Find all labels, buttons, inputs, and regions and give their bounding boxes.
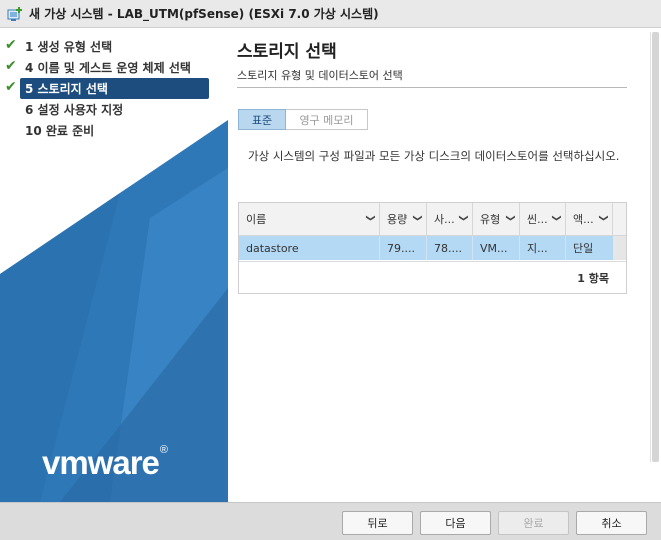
- storage-type-tabs: 표준 영구 메모리: [238, 109, 368, 130]
- wizard-content: 스토리지 선택 스토리지 유형 및 데이터스토어 선택 표준 영구 메모리 가상…: [228, 28, 661, 502]
- chevron-down-icon[interactable]: ❯: [551, 214, 561, 222]
- checkmark-icon: ✔: [5, 58, 17, 74]
- checkmark-icon: ✔: [5, 37, 17, 53]
- cell-access: 단일: [573, 242, 594, 255]
- step-label: 5 스토리지 선택: [25, 82, 108, 96]
- window-title: 새 가상 시스템 - LAB_UTM(pfSense) (ESXi 7.0 가상…: [29, 7, 379, 21]
- cell-type: VM...: [473, 236, 520, 260]
- wizard-footer: 뒤로 다음 완료 취소: [0, 502, 661, 540]
- cell-name: datastore: [239, 236, 380, 260]
- wizard-sidebar: ✔ 1 생성 유형 선택 ✔ 4 이름 및 게스트 운영 체제 선택 ✔ 5 스…: [0, 28, 228, 502]
- page-subtitle: 스토리지 유형 및 데이터스토어 선택: [237, 69, 403, 82]
- title-bar: 새 가상 시스템 - LAB_UTM(pfSense) (ESXi 7.0 가상…: [0, 0, 661, 28]
- table-scrollbar[interactable]: [613, 236, 626, 260]
- next-button[interactable]: 다음: [420, 511, 491, 535]
- step-ready-to-complete[interactable]: 10 완료 준비: [0, 120, 228, 141]
- chevron-down-icon[interactable]: ❯: [458, 214, 468, 222]
- step-name-and-guest-os[interactable]: ✔ 4 이름 및 게스트 운영 체제 선택: [0, 57, 228, 78]
- content-scrollbar[interactable]: [650, 32, 660, 462]
- column-header-thin[interactable]: 씬... ❯: [520, 203, 566, 235]
- column-header-capacity[interactable]: 용량 ❯: [380, 203, 427, 235]
- step-label: 10 완료 준비: [25, 124, 95, 138]
- scrollbar-thumb[interactable]: [652, 32, 659, 462]
- chevron-down-icon[interactable]: ❯: [412, 214, 422, 222]
- step-select-creation-type[interactable]: ✔ 1 생성 유형 선택: [0, 36, 228, 57]
- column-header-free[interactable]: 사... ❯: [427, 203, 473, 235]
- table-header: 이름 ❯ 용량 ❯ 사... ❯ 유형 ❯ 씬... ❯ 액... ❯: [239, 203, 626, 236]
- cancel-button[interactable]: 취소: [576, 511, 647, 535]
- step-label: 6 설정 사용자 지정: [25, 103, 124, 117]
- column-header-name[interactable]: 이름 ❯: [239, 203, 380, 235]
- chevron-down-icon[interactable]: ❯: [365, 214, 375, 222]
- tab-persistent-memory[interactable]: 영구 메모리: [286, 109, 368, 130]
- cell-free: 78....: [427, 236, 473, 260]
- divider: [237, 87, 627, 88]
- new-vm-icon: [7, 6, 22, 21]
- table-item-count: 1 항목: [239, 261, 626, 293]
- tab-standard[interactable]: 표준: [238, 109, 286, 130]
- chevron-down-icon[interactable]: ❯: [598, 214, 608, 222]
- column-header-type[interactable]: 유형 ❯: [473, 203, 520, 235]
- step-select-storage[interactable]: ✔ 5 스토리지 선택: [5, 78, 209, 99]
- chevron-down-icon[interactable]: ❯: [505, 214, 515, 222]
- back-button[interactable]: 뒤로: [342, 511, 413, 535]
- description-text: 가상 시스템의 구성 파일과 모든 가상 디스크의 데이터스토어를 선택하십시오…: [248, 149, 620, 163]
- table-row[interactable]: datastore 79.... 78.... VM... 지... 단일: [239, 236, 613, 260]
- page-title: 스토리지 선택: [237, 42, 337, 62]
- step-label: 1 생성 유형 선택: [25, 40, 113, 54]
- step-label: 4 이름 및 게스트 운영 체제 선택: [25, 61, 191, 75]
- step-customize-settings[interactable]: 6 설정 사용자 지정: [0, 99, 228, 120]
- datastore-table: 이름 ❯ 용량 ❯ 사... ❯ 유형 ❯ 씬... ❯ 액... ❯ data…: [238, 202, 627, 294]
- checkmark-icon: ✔: [5, 79, 17, 95]
- vmware-logo: vmware®: [42, 444, 168, 481]
- column-header-access[interactable]: 액... ❯: [566, 203, 613, 235]
- cell-thin: 지...: [520, 236, 566, 260]
- cell-capacity: 79....: [380, 236, 427, 260]
- finish-button[interactable]: 완료: [498, 511, 569, 535]
